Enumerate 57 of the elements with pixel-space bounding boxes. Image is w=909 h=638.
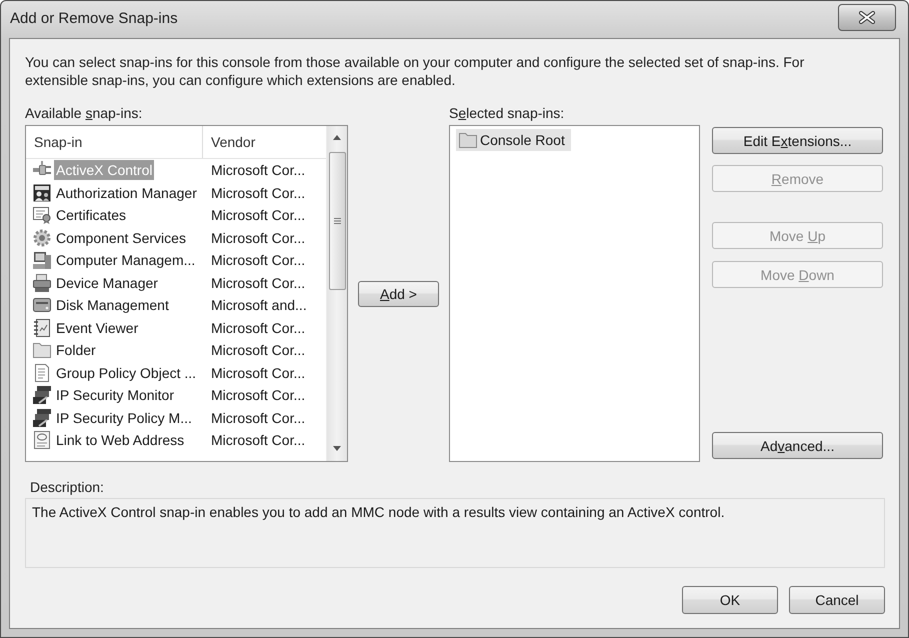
- snap-in-item[interactable]: Console Root: [456, 129, 571, 151]
- printer-icon: [33, 274, 51, 292]
- instructions-text: You can select snap-ins for this console from those available on your computer and configure the selected set of snap-ins. For extensible snap-ins, you can configure which extensions are enabled.: [25, 53, 806, 89]
- folder-icon: [459, 132, 477, 148]
- down-arrow-icon: [333, 446, 341, 450]
- available-label: Available snap-ins:: [25, 104, 142, 122]
- description-label: Description:: [29, 478, 104, 496]
- vendor-cell-text: Microsoft Cor...: [210, 364, 306, 381]
- server-icon: [33, 386, 51, 404]
- snap-in-name[interactable]: Device Manager: [54, 272, 160, 293]
- grip-icon: [334, 218, 340, 224]
- snap-in-name[interactable]: IP Security Monitor: [54, 385, 176, 406]
- document-icon: [33, 364, 51, 382]
- close-icon: [859, 11, 875, 24]
- web-page-icon: [33, 431, 51, 450]
- close-button[interactable]: [838, 4, 896, 31]
- vendor-cell-text: Microsoft Cor...: [210, 207, 306, 224]
- vendor-cell-text: Microsoft Cor...: [210, 230, 306, 246]
- scroll-thumb[interactable]: [328, 152, 346, 290]
- selected-label: Selected snap-ins:: [449, 104, 564, 122]
- add-button[interactable]: Add >: [358, 280, 439, 306]
- certificate-icon: [33, 206, 51, 224]
- snap-in-name[interactable]: IP Security Policy M...: [54, 408, 194, 428]
- edit-extensions-button[interactable]: Edit Extensions...: [712, 127, 883, 154]
- notebook-icon: [33, 318, 51, 337]
- vendor-cell-text: Microsoft Cor...: [210, 252, 306, 268]
- ok-button[interactable]: OK: [682, 586, 778, 614]
- vendor-cell-text: Microsoft and...: [210, 297, 307, 314]
- scrollbar[interactable]: [326, 126, 347, 461]
- snap-in-name[interactable]: Disk Management: [54, 295, 171, 316]
- portrait-icon: [33, 184, 51, 202]
- computer-icon: [33, 251, 51, 270]
- vendor-cell-text: Microsoft Cor...: [210, 410, 306, 426]
- cancel-button[interactable]: Cancel: [789, 586, 885, 614]
- snap-in-name[interactable]: Computer Managem...: [54, 250, 198, 270]
- vendor-cell-text: Microsoft Cor...: [210, 342, 306, 358]
- disk-drive-icon: [33, 296, 51, 314]
- snap-in-name[interactable]: Group Policy Object ...: [54, 362, 198, 383]
- snap-in-name[interactable]: Folder: [54, 340, 98, 360]
- vendor-cell-text: Microsoft Cor...: [210, 387, 306, 404]
- vendor-cell-text: Microsoft Cor...: [210, 162, 306, 178]
- folder-icon: [33, 341, 51, 360]
- advanced-button[interactable]: Advanced...: [712, 432, 883, 459]
- vendor-cell-text: Microsoft Cor...: [210, 432, 306, 448]
- vendor-cell-text: Microsoft Cor...: [210, 274, 306, 291]
- snap-in-name[interactable]: Event Viewer: [54, 318, 140, 338]
- snap-in-name[interactable]: Certificates: [54, 205, 128, 226]
- snap-in-name[interactable]: Link to Web Address: [54, 430, 186, 450]
- snap-in-name[interactable]: Component Services: [54, 228, 188, 248]
- window-title: Add or Remove Snap-ins: [9, 9, 178, 29]
- vendor-cell-text: Microsoft Cor...: [210, 320, 306, 336]
- snap-in-name[interactable]: Authorization Manager: [54, 182, 199, 203]
- vendor-cell-text: Microsoft Cor...: [210, 184, 306, 201]
- gear-icon: [33, 228, 51, 247]
- description-text: The ActiveX Control snap-in enables you to add an MMC node with a results view containing an ActiveX control.: [32, 504, 725, 520]
- up-arrow-icon: [333, 134, 341, 140]
- server-icon: [33, 408, 51, 427]
